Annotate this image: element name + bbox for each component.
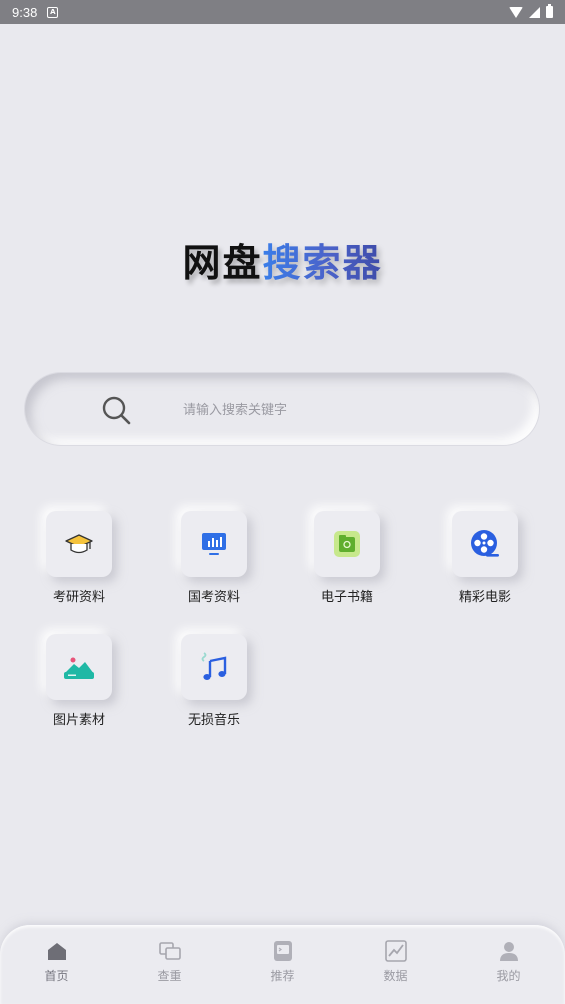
category-tile[interactable] bbox=[46, 634, 112, 700]
category-ebooks[interactable]: 电子书籍 bbox=[297, 511, 397, 605]
duplicate-check-icon bbox=[158, 942, 181, 960]
nav-item-mine[interactable]: 我的 bbox=[469, 939, 549, 1004]
home-icon bbox=[47, 943, 66, 960]
nav-label: 我的 bbox=[496, 969, 521, 983]
search-input[interactable] bbox=[183, 399, 503, 421]
status-bar: 9:38 A bbox=[0, 0, 565, 24]
nav-item-data[interactable]: 数据 bbox=[356, 939, 436, 1004]
category-tile[interactable] bbox=[314, 511, 380, 577]
category-tile[interactable] bbox=[181, 634, 247, 700]
notification-icon: A bbox=[47, 6, 59, 18]
film-reel-icon bbox=[471, 530, 499, 557]
category-label: 无损音乐 bbox=[187, 713, 240, 728]
app-title-part1: 网盘 bbox=[182, 241, 263, 285]
category-music[interactable]: 无损音乐 bbox=[164, 634, 264, 728]
chart-icon bbox=[384, 940, 407, 962]
recommend-icon bbox=[273, 941, 292, 961]
nav-label: 数据 bbox=[383, 969, 408, 983]
nav-item-recommend[interactable]: 推荐 bbox=[243, 939, 323, 1004]
presentation-chart-icon bbox=[202, 533, 226, 555]
nav-label: 推荐 bbox=[270, 969, 295, 983]
category-label: 图片素材 bbox=[52, 713, 105, 728]
graduation-cap-icon bbox=[65, 534, 93, 554]
category-label: 精彩电影 bbox=[458, 590, 511, 605]
status-icons bbox=[509, 4, 553, 18]
category-label: 国考资料 bbox=[187, 590, 240, 605]
nav-label: 查重 bbox=[157, 969, 182, 983]
category-label: 考研资料 bbox=[52, 590, 105, 605]
category-tile[interactable] bbox=[452, 511, 518, 577]
category-movies[interactable]: 精彩电影 bbox=[435, 511, 535, 605]
category-images[interactable]: 图片素材 bbox=[29, 634, 129, 728]
ebook-icon bbox=[334, 531, 360, 557]
cell-signal-icon bbox=[529, 6, 540, 18]
nav-label: 首页 bbox=[44, 969, 69, 983]
app-title-part2: 搜索器 bbox=[262, 241, 383, 285]
battery-icon bbox=[546, 4, 553, 18]
nav-item-home[interactable]: 首页 bbox=[17, 939, 97, 1004]
status-time: 9:38 bbox=[12, 4, 38, 20]
category-guokao[interactable]: 国考资料 bbox=[164, 511, 264, 605]
nav-item-duplicate-check[interactable]: 查重 bbox=[130, 939, 210, 1004]
category-label: 电子书籍 bbox=[320, 590, 373, 605]
search-bar[interactable] bbox=[25, 373, 539, 445]
app-title: 网盘搜索器 bbox=[0, 232, 565, 287]
category-tile[interactable] bbox=[181, 511, 247, 577]
landscape-image-icon bbox=[64, 657, 94, 679]
category-tile[interactable] bbox=[46, 511, 112, 577]
user-icon bbox=[499, 942, 518, 961]
search-icon[interactable] bbox=[101, 395, 131, 425]
bottom-nav: 首页 查重 推荐 数据 我的 bbox=[0, 925, 565, 1004]
music-note-icon bbox=[201, 652, 227, 680]
wifi-icon bbox=[509, 6, 523, 18]
category-kaoyan[interactable]: 考研资料 bbox=[29, 511, 129, 605]
